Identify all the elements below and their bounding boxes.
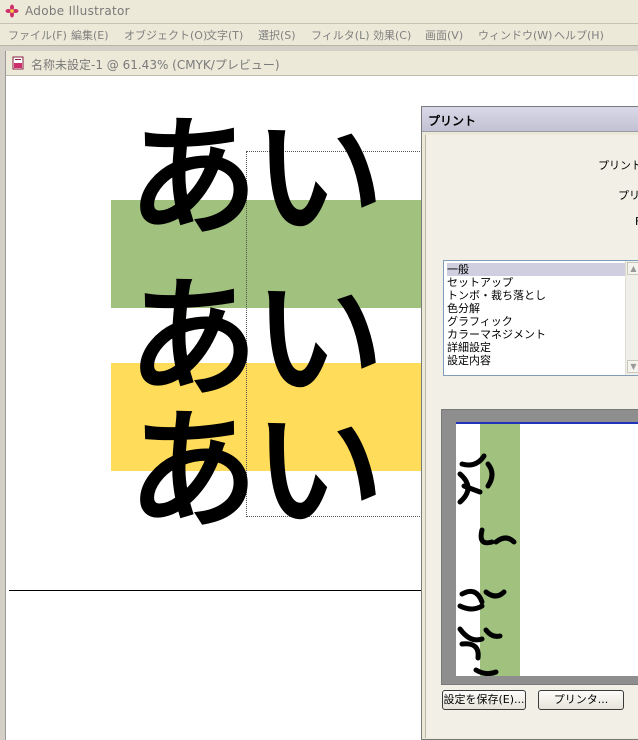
- category-advanced[interactable]: 詳細設定: [447, 341, 632, 354]
- menu-filter[interactable]: フィルタ(L): [311, 27, 370, 43]
- preview-page[interactable]: [456, 422, 638, 676]
- menu-view[interactable]: 画面(V): [425, 27, 463, 43]
- category-list[interactable]: 一般 セットアップ トンボ・裁ち落とし 色分解 グラフィック カラーマネジメント…: [443, 260, 638, 376]
- menu-edit[interactable]: 編集(E): [71, 27, 109, 43]
- menu-select[interactable]: 選択(S): [258, 27, 296, 43]
- printer-button[interactable]: プリンタ...: [538, 690, 624, 710]
- menu-type[interactable]: 文字(T): [206, 27, 243, 43]
- illustrator-flower-icon: [5, 4, 19, 18]
- preview-rotated-text: [457, 453, 517, 676]
- menu-effect[interactable]: 効果(C): [373, 27, 411, 43]
- text-line-1[interactable]: あい: [128, 113, 384, 243]
- category-color-management[interactable]: カラーマネジメント: [447, 328, 632, 341]
- text-line-3[interactable]: あい: [128, 406, 384, 536]
- app-titlebar: Adobe Illustrator: [0, 0, 638, 24]
- document-title: 名称未設定-1 @ 61.43% (CMYK/プレビュー): [31, 58, 280, 72]
- category-marks-bleed[interactable]: トンボ・裁ち落とし: [447, 289, 632, 302]
- app-title: Adobe Illustrator: [25, 4, 130, 18]
- save-settings-button[interactable]: 設定を保存(E)...: [442, 690, 526, 710]
- document-titlebar: 名称未設定-1 @ 61.43% (CMYK/プレビュー): [6, 51, 638, 76]
- category-general[interactable]: 一般: [447, 263, 632, 276]
- document-icon: [12, 56, 24, 70]
- category-output[interactable]: 色分解: [447, 302, 632, 315]
- menu-help[interactable]: ヘルプ(H): [554, 27, 604, 43]
- print-preview: [441, 409, 638, 685]
- menu-file[interactable]: ファイル(F): [8, 27, 67, 43]
- scroll-up-icon[interactable]: ▲: [627, 262, 638, 275]
- print-preset-label: プリント設: [598, 159, 638, 172]
- print-dialog: プリント プリント設 プリ F 一般 セットアップ トンボ・裁ち落とし 色分解 …: [421, 106, 638, 740]
- category-graphics[interactable]: グラフィック: [447, 315, 632, 328]
- scroll-down-icon[interactable]: ▼: [627, 360, 638, 373]
- page-boundary-line: [9, 590, 439, 591]
- menu-bar: ファイル(F) 編集(E) オブジェクト(O) 文字(T) 選択(S) フィルタ…: [0, 24, 638, 46]
- menu-window[interactable]: ウィンドウ(W): [478, 27, 552, 43]
- text-line-2[interactable]: あい: [128, 274, 384, 404]
- category-list-scrollbar[interactable]: ▲ ▼: [625, 261, 638, 375]
- print-dialog-title: プリント: [422, 107, 638, 132]
- category-summary[interactable]: 設定内容: [447, 354, 632, 367]
- category-setup[interactable]: セットアップ: [447, 276, 632, 289]
- print-dialog-body: プリント設 プリ F 一般 セットアップ トンボ・裁ち落とし 色分解 グラフィッ…: [425, 135, 638, 738]
- menu-object[interactable]: オブジェクト(O): [124, 27, 207, 43]
- printer-label: プリ: [618, 189, 638, 202]
